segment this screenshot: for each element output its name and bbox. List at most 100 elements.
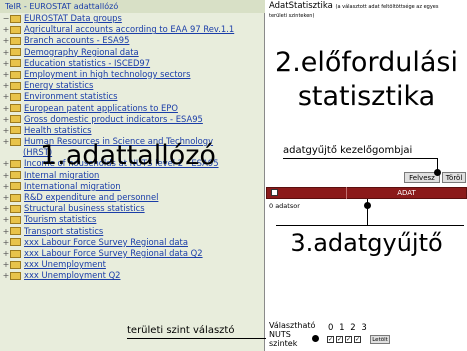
tree-item[interactable]: + Internal migration: [2, 170, 264, 181]
tree-item-label[interactable]: EUROSTAT Data groups: [24, 13, 122, 24]
nuts-level-0-checkbox[interactable]: ✓: [327, 336, 334, 343]
tree-item[interactable]: + Education statistics - ISCED97: [2, 58, 264, 69]
folder-icon: [10, 36, 21, 45]
tree-item[interactable]: + International migration: [2, 181, 264, 192]
tree-item-label[interactable]: Branch accounts - ESA95: [24, 35, 129, 46]
folder-icon: [10, 260, 21, 269]
folder-icon: [10, 104, 21, 113]
statistics-title-note: (a választott adat feltöltöttsége az egy…: [335, 4, 439, 10]
panel-title: TeIR - EUROSTAT adattallózó: [0, 0, 265, 13]
expand-icon[interactable]: +: [2, 158, 10, 169]
tree-item-label[interactable]: Internal migration: [24, 170, 99, 181]
folder-icon: [10, 238, 21, 247]
annotation-data-collector: 3.adatgyűjtő: [290, 229, 443, 257]
tree-item[interactable]: + xxx Unemployment Q2: [2, 270, 264, 281]
tree-item-label[interactable]: Tourism statistics: [24, 214, 96, 225]
expand-icon[interactable]: +: [2, 248, 10, 259]
expand-icon[interactable]: +: [2, 47, 10, 58]
tree-item[interactable]: + Environment statistics: [2, 91, 264, 102]
annotation-level-selector: területi szint választó: [127, 325, 235, 336]
expand-icon[interactable]: +: [2, 58, 10, 69]
tree-item-label[interactable]: Agricultural accounts according to EAA 9…: [24, 24, 234, 35]
annotation-occurrence-statistics: 2.előfordulási statisztika: [275, 47, 458, 112]
expand-icon[interactable]: +: [2, 91, 10, 102]
delete-button[interactable]: Töröl: [442, 172, 466, 183]
tree-item-label[interactable]: Health statistics: [24, 125, 92, 136]
tree-item[interactable]: + Gross domestic product indicators - ESA…: [2, 114, 264, 125]
expand-icon[interactable]: +: [2, 192, 10, 203]
expand-icon[interactable]: +: [2, 203, 10, 214]
tree-item-label[interactable]: International migration: [24, 181, 121, 192]
folder-icon: [10, 137, 21, 146]
tree-item[interactable]: + Employment in high technology sectors: [2, 69, 264, 80]
tree-item[interactable]: + Transport statistics: [2, 226, 264, 237]
tree-item-label[interactable]: Energy statistics: [24, 80, 93, 91]
folder-icon: [10, 160, 21, 169]
expand-icon[interactable]: +: [2, 24, 10, 35]
expand-icon[interactable]: +: [2, 237, 10, 248]
expand-icon[interactable]: +: [2, 136, 10, 147]
nuts-level-3-checkbox[interactable]: ✓: [354, 336, 361, 343]
tree-item-label[interactable]: Demography Regional data: [24, 47, 139, 58]
pointer-dot: [434, 169, 441, 176]
folder-icon: [10, 59, 21, 68]
folder-icon: [10, 126, 21, 135]
tree-item-label[interactable]: Transport statistics: [24, 226, 103, 237]
tree-item[interactable]: + Demography Regional data: [2, 47, 264, 58]
download-button[interactable]: Letölt: [370, 335, 390, 344]
nuts-level-checkboxes: ✓ ✓ ✓ ✓: [327, 336, 361, 343]
tree-item[interactable]: + Agricultural accounts according to EAA …: [2, 24, 264, 35]
folder-icon: [10, 115, 21, 124]
folder-icon: [10, 25, 21, 34]
expand-icon[interactable]: +: [2, 80, 10, 91]
tree-item[interactable]: + xxx Unemployment: [2, 259, 264, 270]
expand-icon[interactable]: +: [2, 226, 10, 237]
tree-item-label[interactable]: Education statistics - ISCED97: [24, 58, 150, 69]
tree-item[interactable]: + xxx Labour Force Survey Regional data: [2, 237, 264, 248]
folder-icon: [10, 92, 21, 101]
tree-item[interactable]: + Branch accounts - ESA95: [2, 35, 264, 46]
tree-item-label[interactable]: xxx Labour Force Survey Regional data: [24, 237, 188, 248]
tree-item[interactable]: + xxx Labour Force Survey Regional data Q…: [2, 248, 264, 259]
expand-icon[interactable]: +: [2, 181, 10, 192]
tree-item[interactable]: + R&D expenditure and personnel: [2, 192, 264, 203]
tree-item-label[interactable]: xxx Unemployment: [24, 259, 106, 270]
tree-item-label[interactable]: Gross domestic product indicators - ESA9…: [24, 114, 203, 125]
nuts-level-2-checkbox[interactable]: ✓: [345, 336, 352, 343]
tree-item-label[interactable]: xxx Labour Force Survey Regional data Q2: [24, 248, 203, 259]
folder-icon: [10, 227, 21, 236]
tree-item-label[interactable]: R&D expenditure and personnel: [24, 192, 158, 203]
tree-item[interactable]: + Tourism statistics: [2, 214, 264, 225]
caption-line: NUTS: [269, 330, 291, 339]
tree-item-label[interactable]: Structural business statistics: [24, 203, 145, 214]
statistics-title-text: AdatStatisztika: [269, 1, 333, 11]
folder-icon: [10, 182, 21, 191]
statistics-panel: AdatStatisztika (a választott adat feltö…: [266, 0, 467, 351]
tree-root[interactable]: − EUROSTAT Data groups: [2, 13, 264, 24]
select-all-checkbox[interactable]: [271, 189, 278, 196]
pointer-dot: [312, 335, 319, 342]
expand-icon[interactable]: −: [2, 13, 10, 24]
tree-item[interactable]: + Health statistics: [2, 125, 264, 136]
tree-item[interactable]: + Energy statistics: [2, 80, 264, 91]
folder-icon: [10, 70, 21, 79]
tree-item-label[interactable]: Environment statistics: [24, 91, 117, 102]
expand-icon[interactable]: +: [2, 170, 10, 181]
tree-item-label[interactable]: European patent applications to EPO: [24, 103, 178, 114]
expand-icon[interactable]: +: [2, 214, 10, 225]
expand-icon[interactable]: +: [2, 103, 10, 114]
expand-icon[interactable]: +: [2, 35, 10, 46]
folder-icon: [10, 215, 21, 224]
expand-icon[interactable]: +: [2, 259, 10, 270]
tree-item-label[interactable]: Employment in high technology sectors: [24, 69, 190, 80]
nuts-level-1-checkbox[interactable]: ✓: [336, 336, 343, 343]
tree-item-label[interactable]: xxx Unemployment Q2: [24, 270, 121, 281]
tree-item[interactable]: + Structural business statistics: [2, 203, 264, 214]
expand-icon[interactable]: +: [2, 125, 10, 136]
caption-line: Választható: [269, 321, 316, 330]
tree-item[interactable]: + European patent applications to EPO: [2, 103, 264, 114]
nuts-level-caption: Választható NUTS szintek: [269, 321, 315, 348]
expand-icon[interactable]: +: [2, 270, 10, 281]
expand-icon[interactable]: +: [2, 69, 10, 80]
expand-icon[interactable]: +: [2, 114, 10, 125]
